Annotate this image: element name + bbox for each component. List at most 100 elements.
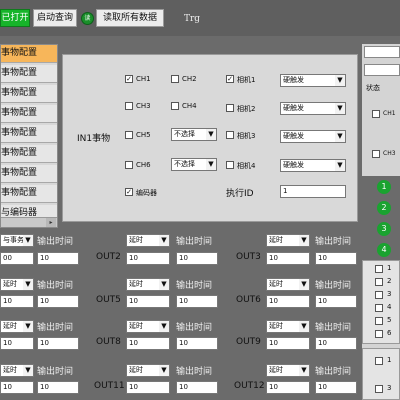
sidebar-item-8[interactable]: 事物配置: [1, 185, 57, 203]
exec-id-input[interactable]: 1: [280, 185, 346, 198]
out3-type-value: 延时: [269, 236, 283, 244]
ch3-checkbox[interactable]: [125, 102, 133, 110]
sidebar-item-5[interactable]: 事物配置: [1, 125, 57, 143]
out2-output-time-label: 输出时间: [176, 237, 213, 247]
read-icon[interactable]: 读: [81, 12, 94, 25]
right-ch1-checkbox[interactable]: [372, 110, 380, 118]
out6-delay-input[interactable]: 10: [266, 295, 310, 308]
out11-delay-input[interactable]: 10: [126, 381, 170, 394]
camera3-checkbox[interactable]: [226, 131, 234, 139]
out9-type-select[interactable]: 延时 ▼: [266, 320, 310, 333]
out6-time-input[interactable]: 10: [315, 295, 357, 308]
right-ch3-checkbox[interactable]: [372, 150, 380, 158]
ch4-checkbox[interactable]: [171, 102, 179, 110]
camera1-trigger-value: 硬触发: [283, 76, 304, 84]
ch4-label: CH4: [182, 102, 197, 110]
out8-time-input[interactable]: 10: [176, 337, 218, 350]
out4-delay-input[interactable]: 10: [0, 295, 34, 308]
output-label-1: 1: [387, 264, 392, 272]
out3-delay-input[interactable]: 10: [266, 252, 310, 265]
output-label-4: 4: [387, 303, 392, 311]
out11-type-select[interactable]: 延时 ▼: [126, 364, 170, 377]
output-checkbox-1[interactable]: [375, 265, 383, 273]
camera1-checkbox[interactable]: ✓: [226, 75, 234, 83]
sidebar-item-3[interactable]: 事物配置: [1, 85, 57, 103]
camera1-trigger-select[interactable]: 硬触发 ▼: [280, 74, 346, 87]
open-button[interactable]: 已打开: [0, 9, 30, 27]
output-checkbox-4[interactable]: [375, 304, 383, 312]
read-all-button[interactable]: 读取所有数据: [96, 9, 164, 27]
out6-output-time-label: 输出时间: [315, 281, 352, 291]
sidebar-item-4[interactable]: 事物配置: [1, 105, 57, 123]
ch1-label: CH1: [136, 75, 151, 83]
output-checkbox-5[interactable]: [375, 317, 383, 325]
out9-output-time-label: 输出时间: [315, 323, 352, 333]
camera4-trigger-select[interactable]: 硬触发 ▼: [280, 159, 346, 172]
sidebar-item-2[interactable]: 事物配置: [1, 65, 57, 83]
ch5-select[interactable]: 不选择 ▼: [171, 128, 217, 141]
output2-checkbox-1[interactable]: [375, 357, 383, 365]
out4-type-select[interactable]: 延时 ▼: [0, 278, 34, 291]
out10-delay-input[interactable]: 10: [0, 381, 34, 394]
out3-type-select[interactable]: 延时 ▼: [266, 234, 310, 247]
output-checkbox-6[interactable]: [375, 330, 383, 338]
out7-delay-input[interactable]: 10: [0, 337, 34, 350]
sidebar: 事物配置 事物配置 事物配置 事物配置 事物配置 事物配置 事物配置 事物配置 …: [0, 44, 58, 228]
ch6-select[interactable]: 不选择 ▼: [171, 158, 217, 171]
output-checkbox-3[interactable]: [375, 291, 383, 299]
sidebar-item-6[interactable]: 事物配置: [1, 145, 57, 163]
camera2-label: 相机2: [237, 105, 256, 113]
sidebar-item-7[interactable]: 事物配置: [1, 165, 57, 183]
ch6-checkbox[interactable]: [125, 161, 133, 169]
ch5-checkbox[interactable]: [125, 131, 133, 139]
out10-time-input[interactable]: 10: [37, 381, 79, 394]
out1-delay-input[interactable]: 00: [0, 252, 34, 265]
out5-type-select[interactable]: 延时 ▼: [126, 278, 170, 291]
out1-type-select[interactable]: 与事务 ▼: [0, 234, 34, 247]
out3-time-input[interactable]: 10: [315, 252, 357, 265]
out9-delay-input[interactable]: 10: [266, 337, 310, 350]
out4-time-input[interactable]: 10: [37, 295, 79, 308]
out5-time-input[interactable]: 10: [176, 295, 218, 308]
sidebar-item-1[interactable]: 事物配置: [1, 45, 57, 63]
chevron-down-icon: ▼: [23, 365, 33, 376]
right-input-2[interactable]: [364, 64, 400, 76]
encoder-label: 编码器: [136, 189, 157, 197]
status-indicator-1: 1: [377, 180, 391, 194]
encoder-checkbox[interactable]: ✓: [125, 188, 133, 196]
camera2-trigger-select[interactable]: 硬触发 ▼: [280, 102, 346, 115]
out7-time-input[interactable]: 10: [37, 337, 79, 350]
out2-time-input[interactable]: 10: [176, 252, 218, 265]
start-query-button[interactable]: 启动查询: [33, 9, 77, 27]
out2-delay-input[interactable]: 10: [126, 252, 170, 265]
out7-type-select[interactable]: 延时 ▼: [0, 320, 34, 333]
right-input-1[interactable]: [364, 46, 400, 58]
out10-type-select[interactable]: 延时 ▼: [0, 364, 34, 377]
chevron-down-icon: ▼: [23, 235, 33, 246]
sidebar-scrollbar[interactable]: ▸: [1, 217, 57, 227]
ch2-checkbox[interactable]: [171, 75, 179, 83]
out5-delay-input[interactable]: 10: [126, 295, 170, 308]
output2-checkbox-3[interactable]: [375, 385, 383, 393]
out6-type-select[interactable]: 延时 ▼: [266, 278, 310, 291]
camera3-trigger-select[interactable]: 硬触发 ▼: [280, 130, 346, 143]
out6-type-value: 延时: [269, 280, 283, 288]
scroll-right-icon[interactable]: ▸: [46, 218, 56, 227]
out2-type-select[interactable]: 延时 ▼: [126, 234, 170, 247]
ch1-checkbox[interactable]: ✓: [125, 75, 133, 83]
camera4-checkbox[interactable]: [226, 161, 234, 169]
out12-label: OUT12: [234, 381, 265, 391]
camera2-checkbox[interactable]: [226, 104, 234, 112]
out12-time-input[interactable]: 10: [315, 381, 357, 394]
out8-type-select[interactable]: 延时 ▼: [126, 320, 170, 333]
out11-time-input[interactable]: 10: [176, 381, 218, 394]
output-checkbox-2[interactable]: [375, 278, 383, 286]
out8-delay-input[interactable]: 10: [126, 337, 170, 350]
out1-type-value: 与事务: [3, 236, 24, 244]
output2-label-1: 1: [387, 356, 392, 364]
out1-time-input[interactable]: 10: [37, 252, 79, 265]
out9-time-input[interactable]: 10: [315, 337, 357, 350]
out12-delay-input[interactable]: 10: [266, 381, 310, 394]
out12-type-select[interactable]: 延时 ▼: [266, 364, 310, 377]
out10-type-value: 延时: [3, 366, 17, 374]
